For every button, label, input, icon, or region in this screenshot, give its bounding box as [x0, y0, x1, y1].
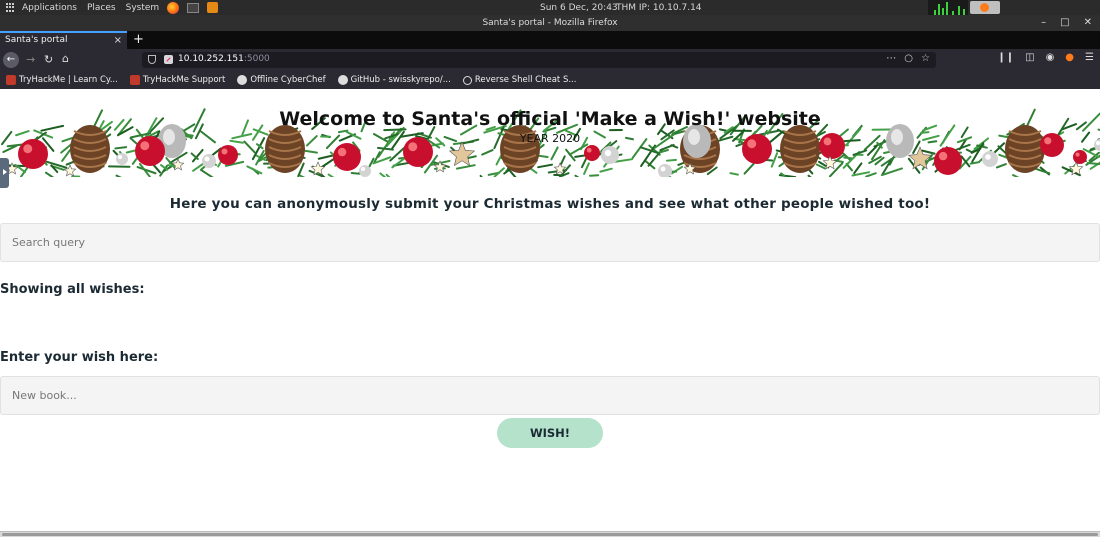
window-title: Santa's portal - Mozilla Firefox: [482, 18, 618, 28]
page-actions-icon[interactable]: ⋯: [886, 53, 896, 64]
minimize-button[interactable]: –: [1041, 15, 1046, 31]
bookmark-cyberchef[interactable]: Offline CyberChef: [237, 75, 326, 85]
new-tab-button[interactable]: +: [133, 31, 144, 48]
globe-icon: [462, 75, 472, 85]
wish-button[interactable]: WISH!: [497, 418, 603, 448]
applications-menu[interactable]: Applications: [22, 3, 77, 13]
enter-wish-heading: Enter your wish here:: [0, 350, 159, 365]
showing-wishes-heading: Showing all wishes:: [0, 282, 145, 297]
tab-title: Santa's portal: [5, 35, 68, 45]
tab-strip: Santa's portal × +: [0, 31, 1100, 49]
bookmark-star-icon[interactable]: ☆: [921, 53, 930, 64]
pocket-icon[interactable]: ○: [904, 53, 913, 64]
side-panel-toggle[interactable]: [0, 158, 9, 188]
christmas-garland-banner: Welcome to Santa's official 'Make a Wish…: [0, 89, 1100, 177]
bookmark-github[interactable]: GitHub - swisskyrepo/...: [337, 75, 451, 85]
taskbar-firefox-icon[interactable]: [970, 1, 1000, 14]
firefox-launcher-icon[interactable]: [167, 1, 180, 14]
system-menu[interactable]: System: [126, 3, 160, 13]
applications-grid-icon: [6, 2, 16, 13]
horizontal-scrollbar[interactable]: [0, 531, 1100, 537]
bookmark-reverse-shell[interactable]: Reverse Shell Cheat S...: [462, 75, 576, 85]
maximize-button[interactable]: □: [1060, 15, 1069, 31]
menu-icon[interactable]: ☰: [1085, 52, 1094, 63]
account-icon[interactable]: ◉: [1046, 52, 1055, 63]
back-button[interactable]: ←: [3, 52, 19, 68]
page-title: Welcome to Santa's official 'Make a Wish…: [279, 108, 821, 130]
clock[interactable]: Sun 6 Dec, 20:43: [540, 3, 618, 13]
bookmarks-toolbar: TryHackMe | Learn Cy... TryHackMe Suppor…: [0, 71, 1100, 89]
chef-icon: [237, 75, 248, 85]
extension-icon[interactable]: ●: [1065, 52, 1074, 63]
github-icon: [337, 75, 348, 85]
places-menu[interactable]: Places: [87, 3, 116, 13]
home-button[interactable]: ⌂: [62, 52, 69, 66]
navigation-toolbar: ← → ↻ ⌂ 10.10.252.151:5000 ⋯ ○ ☆ ❙❙ ◫ ◉ …: [0, 49, 1100, 71]
window-titlebar: Santa's portal - Mozilla Firefox – □ ✕: [0, 15, 1100, 31]
bookmark-tryhackme-support[interactable]: TryHackMe Support: [129, 75, 225, 85]
thm-ip-indicator: THM IP: 10.10.7.14: [616, 2, 702, 13]
search-input[interactable]: [0, 223, 1100, 262]
page-year: YEAR 2020: [519, 132, 581, 145]
bookmark-tryhackme[interactable]: TryHackMe | Learn Cy...: [6, 75, 118, 85]
url-text[interactable]: 10.10.252.151:5000: [178, 54, 270, 64]
tracking-shield-icon[interactable]: [148, 55, 156, 64]
tryhackme-icon: [129, 75, 140, 85]
os-top-panel: Applications Places System Sun 6 Dec, 20…: [0, 0, 1100, 15]
tab-santas-portal[interactable]: Santa's portal ×: [0, 31, 127, 49]
forward-button[interactable]: →: [26, 53, 35, 67]
terminal-launcher-icon[interactable]: [187, 2, 200, 13]
close-window-button[interactable]: ✕: [1084, 15, 1092, 31]
insecure-lock-icon[interactable]: [164, 55, 173, 64]
sublime-launcher-icon[interactable]: [207, 2, 219, 13]
sidebar-icon[interactable]: ◫: [1025, 52, 1034, 63]
url-bar[interactable]: 10.10.252.151:5000 ⋯ ○ ☆: [142, 52, 936, 68]
reload-button[interactable]: ↻: [44, 53, 53, 67]
intro-text: Here you can anonymously submit your Chr…: [169, 196, 931, 212]
wish-input[interactable]: [0, 376, 1100, 415]
tryhackme-icon: [6, 75, 16, 85]
tab-close-icon[interactable]: ×: [114, 33, 122, 48]
web-page: Welcome to Santa's official 'Make a Wish…: [0, 89, 1100, 531]
library-icon[interactable]: ❙❙: [997, 52, 1014, 63]
system-monitor-graph[interactable]: [928, 0, 968, 15]
